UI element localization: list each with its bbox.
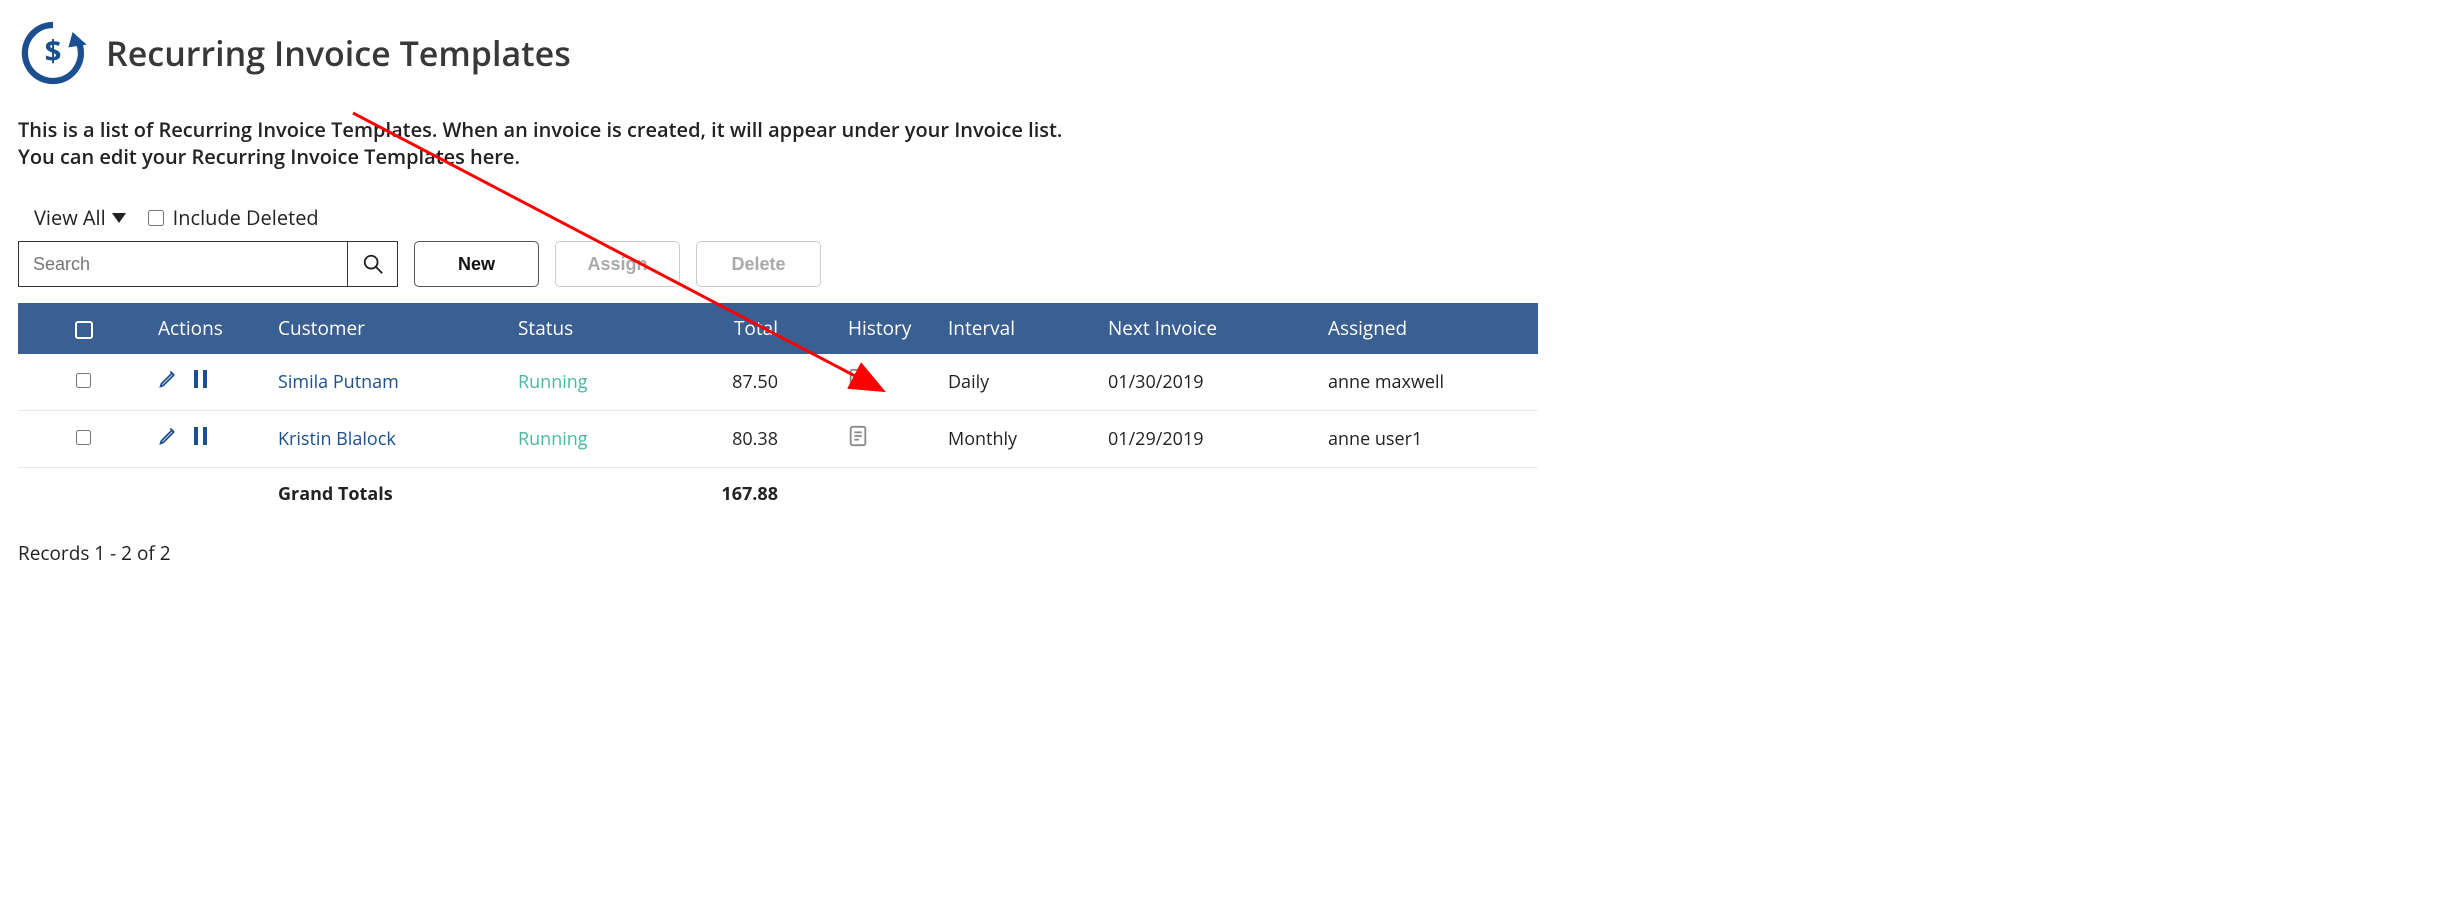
search-icon xyxy=(362,253,384,275)
search-group xyxy=(18,241,398,287)
total-value: 87.50 xyxy=(708,354,838,411)
row-checkbox[interactable] xyxy=(76,430,91,445)
select-all-checkbox[interactable] xyxy=(75,321,93,339)
delete-button[interactable]: Delete xyxy=(696,241,821,287)
search-input[interactable] xyxy=(19,242,347,286)
status-value: Running xyxy=(518,370,588,394)
interval-value: Monthly xyxy=(938,410,1098,467)
edit-icon[interactable] xyxy=(158,368,179,389)
customer-link[interactable]: Kristin Blalock xyxy=(278,427,396,451)
table-row: Simila Putnam Running 87.50 Daily 01/30/… xyxy=(18,354,1538,411)
include-deleted-checkbox[interactable] xyxy=(148,210,164,226)
col-history[interactable]: History xyxy=(838,303,938,354)
include-deleted-toggle[interactable]: Include Deleted xyxy=(144,204,319,231)
pause-icon[interactable] xyxy=(193,370,209,388)
caret-down-icon xyxy=(112,213,126,223)
intro-text: This is a list of Recurring Invoice Temp… xyxy=(18,116,1538,170)
svg-text:$: $ xyxy=(45,30,62,70)
grand-totals-row: Grand Totals 167.88 xyxy=(18,467,1538,520)
interval-value: Daily xyxy=(938,354,1098,411)
pause-icon[interactable] xyxy=(193,427,209,445)
edit-icon[interactable] xyxy=(158,425,179,446)
search-button[interactable] xyxy=(347,242,397,286)
new-button[interactable]: New xyxy=(414,241,539,287)
assigned-value: anne maxwell xyxy=(1318,354,1538,411)
templates-table: Actions Customer Status Total History In… xyxy=(18,303,1538,520)
col-actions[interactable]: Actions xyxy=(148,303,268,354)
assigned-value: anne user1 xyxy=(1318,410,1538,467)
col-status[interactable]: Status xyxy=(508,303,708,354)
next-invoice-value: 01/30/2019 xyxy=(1098,354,1318,411)
col-customer[interactable]: Customer xyxy=(268,303,508,354)
col-total[interactable]: Total xyxy=(708,303,838,354)
row-checkbox[interactable] xyxy=(76,373,91,388)
col-next-invoice[interactable]: Next Invoice xyxy=(1098,303,1318,354)
history-icon[interactable] xyxy=(848,368,868,390)
table-row: Kristin Blalock Running 80.38 Monthly 01… xyxy=(18,410,1538,467)
page-title: Recurring Invoice Templates xyxy=(106,30,571,76)
col-interval[interactable]: Interval xyxy=(938,303,1098,354)
history-icon[interactable] xyxy=(848,425,868,447)
total-value: 80.38 xyxy=(708,410,838,467)
next-invoice-value: 01/29/2019 xyxy=(1098,410,1318,467)
customer-link[interactable]: Simila Putnam xyxy=(278,370,399,394)
recurring-invoice-icon: $ xyxy=(18,18,88,88)
records-count: Records 1 - 2 of 2 xyxy=(18,540,1538,566)
status-value: Running xyxy=(518,427,588,451)
assign-button[interactable]: Assign xyxy=(555,241,680,287)
col-assigned[interactable]: Assigned xyxy=(1318,303,1538,354)
view-all-dropdown[interactable]: View All xyxy=(34,204,126,231)
